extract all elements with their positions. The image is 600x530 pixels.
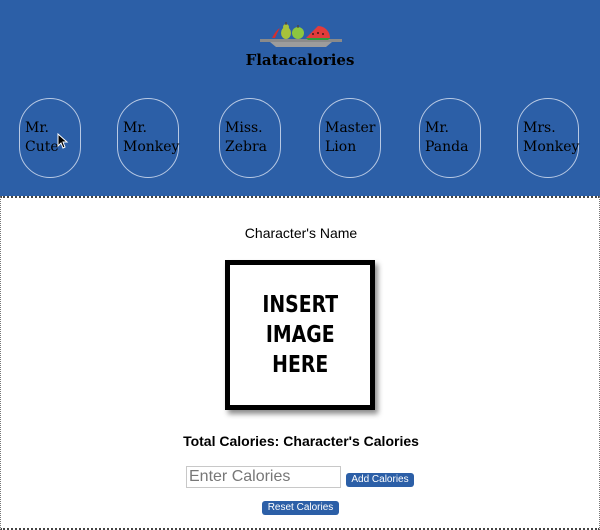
brand-title: Flatacalories	[245, 51, 355, 69]
character-name: Mr. Monkey	[123, 120, 180, 155]
character-oval-master-lion[interactable]: Master Lion	[319, 98, 381, 178]
character-bar: Mr. Cute Mr. Monkey Miss. Zebra Master L…	[0, 98, 600, 178]
character-name: Miss. Zebra	[225, 120, 268, 155]
character-name: Mr. Cute	[25, 120, 59, 155]
image-placeholder-text: INSERT IMAGE HERE	[262, 292, 338, 378]
total-calories-value: Character's Calories	[283, 433, 419, 449]
calories-input[interactable]	[186, 466, 341, 488]
character-image-placeholder: INSERT IMAGE HERE	[225, 260, 375, 410]
character-name: Mr. Panda	[425, 120, 469, 155]
total-calories: Total Calories: Character's Calories	[1, 433, 600, 449]
add-calories-button[interactable]: Add Calories	[346, 473, 414, 487]
character-detail-panel: Character's Name INSERT IMAGE HERE Total…	[0, 196, 600, 530]
character-oval-mr-monkey[interactable]: Mr. Monkey	[117, 98, 179, 178]
character-name: Mrs. Monkey	[523, 120, 580, 155]
character-oval-mr-panda[interactable]: Mr. Panda	[419, 98, 481, 178]
fruit-platter-icon	[260, 22, 342, 47]
mouse-cursor-icon	[57, 133, 69, 149]
character-name-heading: Character's Name	[244, 225, 358, 241]
reset-calories-button[interactable]: Reset Calories	[262, 501, 339, 515]
character-name: Master Lion	[325, 120, 376, 155]
character-oval-miss-zebra[interactable]: Miss. Zebra	[219, 98, 281, 178]
character-oval-mrs-monkey[interactable]: Mrs. Monkey	[517, 98, 579, 178]
character-oval-mr-cute[interactable]: Mr. Cute	[19, 98, 81, 178]
total-calories-label: Total Calories:	[183, 433, 280, 449]
